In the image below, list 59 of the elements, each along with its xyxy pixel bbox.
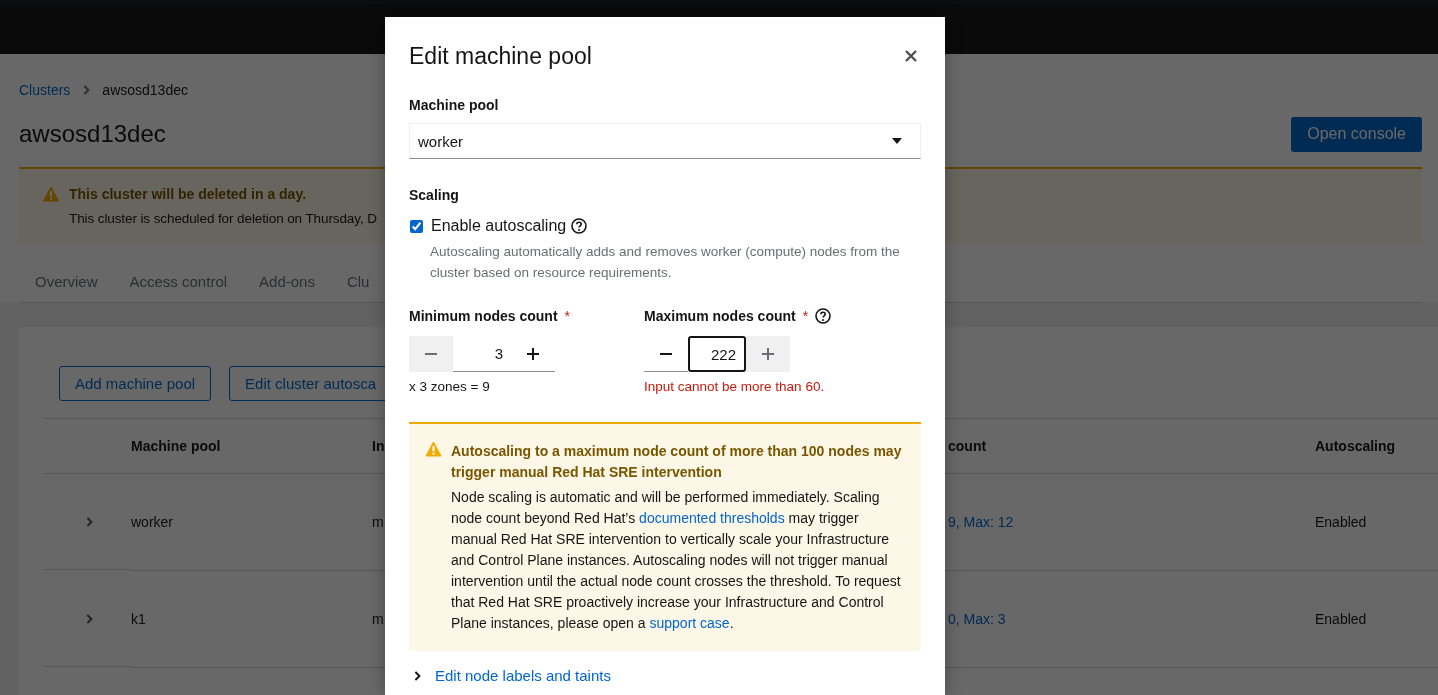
page-title: awsosd13dec <box>19 120 166 148</box>
plus-icon <box>527 347 539 360</box>
table-cell: Enabled <box>1315 611 1367 627</box>
minus-icon <box>425 352 437 355</box>
inline-link[interactable]: support case <box>649 615 730 631</box>
table-cell: Enabled <box>1315 514 1367 530</box>
table-cell: m <box>372 611 384 627</box>
expand-link[interactable]: Edit node labels and taints <box>413 667 611 684</box>
minus-icon <box>660 352 672 355</box>
node-count-link[interactable]: 0, Max: 3 <box>948 611 1006 627</box>
tab[interactable]: Clu <box>330 263 386 302</box>
alert-text: This cluster is scheduled for deletion on Thursday, D <box>69 211 377 226</box>
section-heading: Scaling <box>409 187 460 203</box>
expand-toggle[interactable] <box>85 515 93 528</box>
checkbox-description: Autoscaling automatically adds and removes worker (compute) nodes from the cluster based on resource requirements. <box>430 243 901 282</box>
warning-icon <box>425 441 442 457</box>
node-count-link[interactable]: 9, Max: 12 <box>948 514 1014 530</box>
breadcrumb-current: awsosd13dec <box>102 82 188 98</box>
column-header: Machine pool <box>131 438 221 454</box>
table-cell: worker <box>131 514 173 530</box>
machine-pool-select[interactable]: worker <box>409 123 921 159</box>
autoscaling-checkbox[interactable] <box>410 219 423 233</box>
number-input[interactable]: 222 <box>688 336 746 372</box>
alert-text: Node scaling is automatic and will be performed immediately. Scaling node count beyond Red Hat’s documented thresholds may trigger manual Red Hat SRE intervention to vertically scale your Infrastructure and Control Plane instances. Autoscaling nodes will not trigger manual intervention until the actual node count crosses the threshold. To request that Red Hat SRE proactively increase your Infrastructure and Control Plane instances, please open a support case. <box>451 488 902 633</box>
table-cell: m <box>372 514 384 530</box>
open-console-button[interactable]: Open console <box>1291 116 1422 152</box>
field-label: Maximum nodes count <box>644 308 796 324</box>
toolbar-button[interactable]: Add machine pool <box>59 366 212 401</box>
close-icon <box>905 50 917 62</box>
column-header: In <box>372 438 385 454</box>
chevron-right-icon <box>413 669 421 682</box>
required-mark: * <box>802 308 809 324</box>
breadcrumb-link[interactable]: Clusters <box>19 82 71 98</box>
help-icon[interactable] <box>815 308 832 324</box>
chevron-right-icon <box>85 612 93 625</box>
alert-title: Autoscaling to a maximum node count of more than 100 nodes may trigger manual Red Hat SRE intervention <box>451 442 903 482</box>
modal-title: Edit machine pool <box>409 42 592 70</box>
help-icon[interactable] <box>571 218 588 234</box>
field-label: Minimum nodes count <box>409 308 558 324</box>
close-button[interactable] <box>905 50 917 62</box>
chevron-right-icon <box>82 84 91 96</box>
caret-down-icon <box>892 138 902 144</box>
column-header: Autoscaling <box>1315 438 1396 454</box>
required-mark: * <box>564 308 570 324</box>
checkbox-label: Enable autoscaling <box>431 217 567 235</box>
field-label: Machine pool <box>409 97 500 113</box>
inline-link[interactable]: documented thresholds <box>639 510 785 526</box>
alert-title: This cluster will be deleted in a day. <box>69 186 307 202</box>
expand-toggle[interactable] <box>85 612 93 625</box>
plus-icon <box>762 347 774 360</box>
tab[interactable]: Overview <box>19 263 114 302</box>
helper-text: x 3 zones = 9 <box>409 379 491 394</box>
chevron-right-icon <box>85 515 93 528</box>
tab[interactable]: Access control <box>113 263 244 302</box>
tab[interactable]: Add-ons <box>243 263 331 302</box>
table-cell: k1 <box>131 611 146 627</box>
warning-icon <box>43 186 59 202</box>
error-message: Input cannot be more than 60. <box>644 379 826 394</box>
column-header: count <box>948 438 987 454</box>
